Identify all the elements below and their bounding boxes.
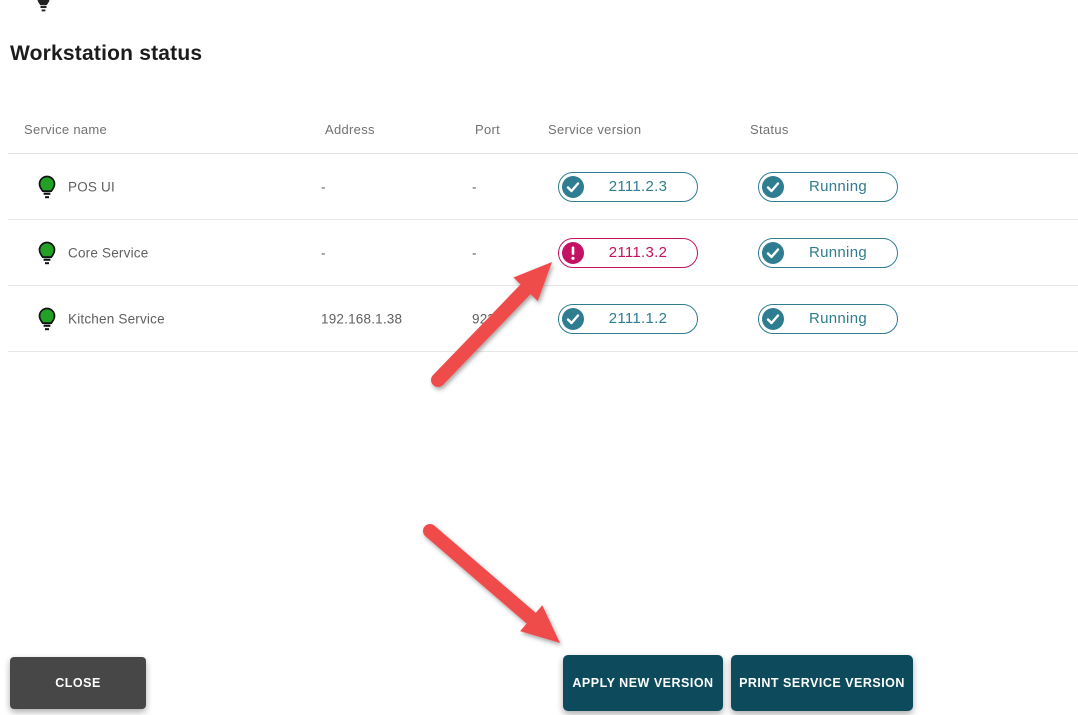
service-address: 192.168.1.38 [321, 311, 402, 326]
green-bulb-icon [36, 241, 58, 265]
check-circle-icon [762, 308, 784, 330]
services-table: Service name Address Port Service versio… [8, 112, 1078, 352]
cutoff-bulb-icon [36, 0, 51, 13]
close-button[interactable]: CLOSE [10, 657, 146, 709]
service-name: Kitchen Service [68, 311, 165, 326]
table-row-kitchen-service: Kitchen Service 192.168.1.38 9231 2111.1… [8, 286, 1078, 352]
status-badge: Running [758, 304, 898, 334]
service-port: - [472, 179, 477, 194]
table-row-pos-ui: POS UI - - 2111.2.3 Running [8, 154, 1078, 220]
arrow-to-apply-button [430, 531, 560, 643]
column-header-service-name: Service name [24, 122, 107, 137]
check-circle-icon [562, 176, 584, 198]
service-address: - [321, 245, 326, 260]
table-row-core-service: Core Service - - 2111.3.2 Running [8, 220, 1078, 286]
green-bulb-icon [36, 175, 58, 199]
exclamation-circle-icon [562, 242, 584, 264]
version-badge: 2111.2.3 [558, 172, 698, 202]
apply-new-version-button[interactable]: APPLY NEW VERSION [563, 655, 723, 711]
column-header-port: Port [475, 122, 500, 137]
service-name: Core Service [68, 245, 148, 260]
service-name: POS UI [68, 179, 115, 194]
green-bulb-icon [36, 307, 58, 331]
version-badge: 2111.1.2 [558, 304, 698, 334]
print-service-version-button[interactable]: PRINT SERVICE VERSION [731, 655, 913, 711]
check-circle-icon [562, 308, 584, 330]
check-circle-icon [762, 242, 784, 264]
service-port: - [472, 245, 477, 260]
column-header-status: Status [750, 122, 789, 137]
column-header-service-version: Service version [548, 122, 641, 137]
page-title: Workstation status [10, 42, 202, 66]
status-badge: Running [758, 172, 898, 202]
annotation-arrows [0, 0, 1078, 715]
version-badge: 2111.3.2 [558, 238, 698, 268]
check-circle-icon [762, 176, 784, 198]
table-header-row: Service name Address Port Service versio… [8, 112, 1078, 154]
status-badge: Running [758, 238, 898, 268]
column-header-address: Address [325, 122, 375, 137]
workstation-status-dialog: Workstation status Service name Address … [0, 0, 1078, 715]
service-port: 9231 [472, 311, 503, 326]
service-address: - [321, 179, 326, 194]
